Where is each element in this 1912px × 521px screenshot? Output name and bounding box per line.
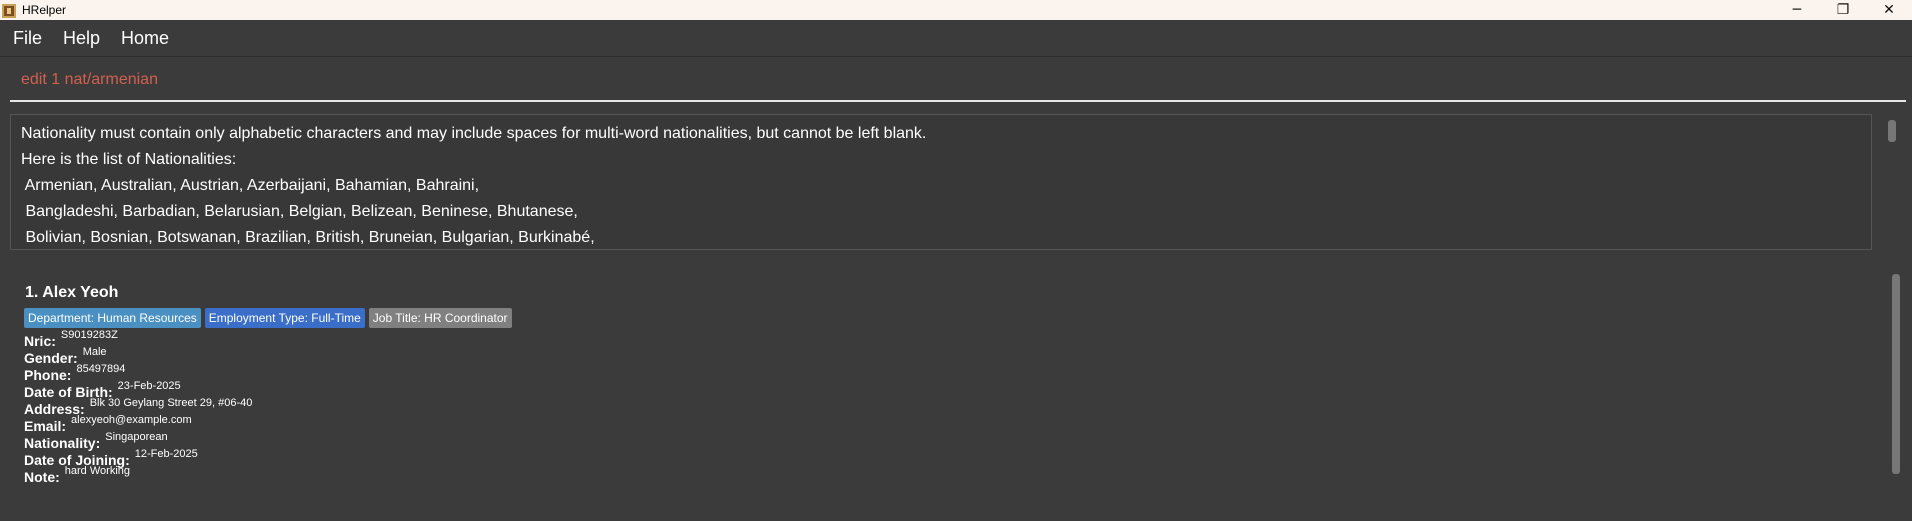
- result-line: Here is the list of Nationalities:: [21, 151, 237, 168]
- command-input-text: edit 1 nat/armenian: [21, 71, 158, 88]
- list-scrollbar[interactable]: [1892, 274, 1900, 474]
- close-icon: ✕: [1883, 2, 1895, 18]
- person-name: 1. Alex Yeoh: [25, 284, 119, 301]
- tag-department: Department: Human Resources: [24, 308, 201, 328]
- field-note: Note: hard Working: [24, 464, 130, 485]
- field-value: alexyeoh@example.com: [71, 414, 192, 426]
- window-controls: ─ ❐ ✕: [1774, 0, 1912, 20]
- restore-icon: ❐: [1836, 2, 1850, 18]
- result-line: Bolivian, Bosnian, Botswanan, Brazilian,…: [21, 229, 595, 246]
- field-value: 85497894: [76, 363, 126, 375]
- field-value: Male: [82, 346, 107, 358]
- close-button[interactable]: ✕: [1866, 0, 1912, 20]
- window-title: HRelper: [22, 3, 67, 17]
- result-line: Nationality must contain only alphabetic…: [21, 125, 927, 142]
- minimize-icon: ─: [1792, 2, 1802, 18]
- menu-file[interactable]: File: [6, 28, 49, 49]
- field-value: 12-Feb-2025: [134, 448, 198, 460]
- field-value: S9019283Z: [60, 329, 118, 341]
- field-value: Singaporean: [105, 431, 168, 443]
- field-value: Blk 30 Geylang Street 29, #06-40: [89, 397, 253, 409]
- menu-help[interactable]: Help: [56, 28, 107, 49]
- result-line: Bangladeshi, Barbadian, Belarusian, Belg…: [21, 203, 578, 220]
- minimize-button[interactable]: ─: [1774, 0, 1820, 20]
- tag-employment-type: Employment Type: Full-Time: [204, 308, 365, 328]
- field-label: Note:: [24, 469, 60, 485]
- field-value: hard Working: [64, 465, 130, 477]
- restore-button[interactable]: ❐: [1820, 0, 1866, 20]
- menu-bar: File Help Home: [0, 20, 1912, 57]
- app-icon: [2, 3, 16, 18]
- result-scrollbar[interactable]: [1888, 120, 1896, 142]
- person-card[interactable]: 1. Alex Yeoh Department: Human Resources…: [10, 270, 1890, 521]
- result-line: Armenian, Australian, Austrian, Azerbaij…: [21, 177, 480, 194]
- tag-job-title: Job Title: HR Coordinator: [368, 308, 512, 328]
- field-value: 23-Feb-2025: [117, 380, 181, 392]
- person-list: 1. Alex Yeoh Department: Human Resources…: [10, 266, 1906, 521]
- menu-home[interactable]: Home: [114, 28, 176, 49]
- title-bar: HRelper ─ ❐ ✕: [0, 0, 1912, 20]
- result-display: Nationality must contain only alphabetic…: [10, 114, 1872, 250]
- command-input[interactable]: edit 1 nat/armenian: [10, 60, 1906, 102]
- tag-list: Department: Human Resources Employment T…: [24, 308, 516, 328]
